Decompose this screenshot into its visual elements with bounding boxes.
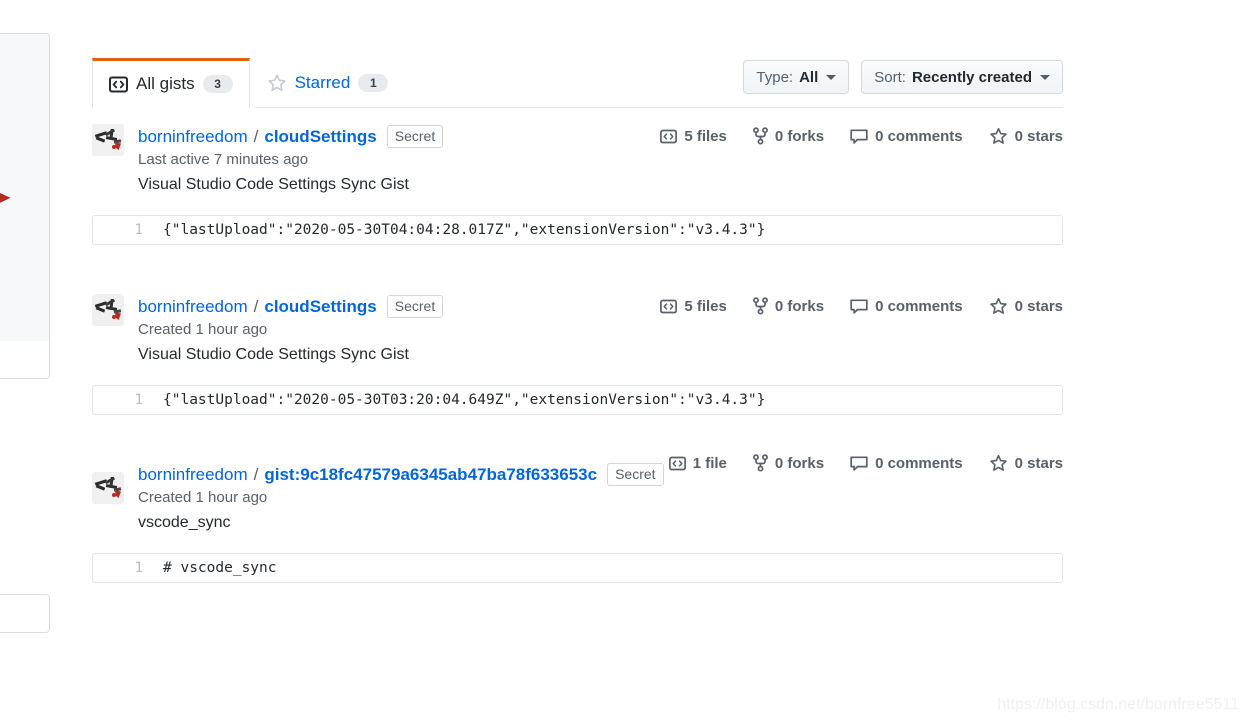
gist-title: borninfreedom / cloudSettings Secret — [138, 295, 444, 318]
code-line-number: 1 — [134, 392, 143, 408]
gist-row: 5 files 0 forks 0 comments 0 stars borni… — [92, 124, 1063, 245]
gist-description: Visual Studio Code Settings Sync Gist — [138, 346, 409, 363]
gist-header: borninfreedom / cloudSettings Secret Las… — [92, 124, 1063, 194]
code-icon — [109, 75, 128, 94]
avatar-artwork — [92, 472, 124, 504]
gist-timestamp: Created 1 hour ago — [138, 321, 268, 338]
gist-meta: borninfreedom / cloudSettings Secret Cre… — [138, 294, 444, 364]
avatar-artwork — [92, 124, 124, 156]
gist-timestamp: Created 1 hour ago — [138, 489, 268, 506]
chevron-down-icon — [1040, 74, 1050, 80]
avatar[interactable] — [92, 472, 124, 504]
sort-filter-button[interactable]: Sort: Recently created — [861, 60, 1063, 94]
tab-starred-counter: 1 — [358, 74, 389, 92]
tab-all-gists[interactable]: All gists 3 — [92, 58, 250, 108]
tabnav-tab-list: All gists 3 Starred 1 — [92, 58, 405, 108]
avatar[interactable] — [92, 294, 124, 326]
gist-owner-link[interactable]: borninfreedom — [138, 126, 248, 148]
gist-title-separator: / — [253, 464, 259, 484]
sort-filter-prefix: Sort: — [874, 68, 906, 86]
gist-meta: borninfreedom / cloudSettings Secret Las… — [138, 124, 444, 194]
tab-filter-actions: Type: All Sort: Recently created — [743, 60, 1063, 94]
gist-description: Visual Studio Code Settings Sync Gist — [138, 176, 409, 193]
gist-meta: borninfreedom / gist:9c18fc47579a6345ab4… — [138, 462, 664, 532]
type-filter-prefix: Type: — [756, 68, 794, 86]
code-line-number: 1 — [134, 222, 143, 238]
gist-name-link[interactable]: cloudSettings — [264, 126, 376, 148]
tab-navigation: All gists 3 Starred 1 Type: All Sort: Re… — [92, 58, 1063, 108]
type-filter-value: All — [799, 68, 819, 86]
sort-filter-value: Recently created — [911, 68, 1032, 86]
left-partial-red-mark: ➤ — [0, 185, 12, 213]
left-partial-panel-footer — [0, 341, 50, 379]
gist-name-link[interactable]: cloudSettings — [264, 296, 376, 318]
gist-name-link[interactable]: gist:9c18fc47579a6345ab47ba78f633653c — [264, 464, 597, 486]
gist-timestamp: Last active 7 minutes ago — [138, 151, 309, 168]
type-filter-button[interactable]: Type: All — [743, 60, 850, 94]
left-partial-box-bottom — [0, 594, 50, 633]
tab-starred-label: Starred — [294, 73, 351, 92]
gist-title: borninfreedom / gist:9c18fc47579a6345ab4… — [138, 463, 664, 486]
tab-starred[interactable]: Starred 1 — [250, 58, 406, 108]
tab-all-gists-label: All gists — [136, 74, 195, 93]
visibility-badge: Secret — [386, 125, 444, 148]
visibility-badge: Secret — [607, 463, 664, 486]
code-preview[interactable]: 1 # vscode_sync — [92, 553, 1063, 583]
code-line-number: 1 — [134, 560, 143, 576]
gist-header: borninfreedom / cloudSettings Secret Cre… — [92, 294, 1063, 364]
code-preview[interactable]: 1 {"lastUpload":"2020-05-30T04:04:28.017… — [92, 215, 1063, 245]
gist-row: 5 files 0 forks 0 comments 0 stars borni… — [92, 294, 1063, 415]
code-line-content: # vscode_sync — [163, 560, 277, 576]
watermark: https://blog.csdn.net/bornfree5511 — [997, 696, 1239, 713]
star-icon — [267, 73, 287, 93]
gists-page: ➤ All gists 3 Starred 1 Type: All Sort: … — [0, 0, 1243, 718]
gist-list: 5 files 0 forks 0 comments 0 stars borni… — [92, 124, 1063, 583]
code-line-content: {"lastUpload":"2020-05-30T03:20:04.649Z"… — [163, 392, 766, 408]
gist-owner-link[interactable]: borninfreedom — [138, 464, 248, 486]
gist-owner-link[interactable]: borninfreedom — [138, 296, 248, 318]
gist-description: vscode_sync — [138, 514, 231, 531]
visibility-badge: Secret — [386, 295, 444, 318]
code-preview[interactable]: 1 {"lastUpload":"2020-05-30T03:20:04.649… — [92, 385, 1063, 415]
gist-header: borninfreedom / gist:9c18fc47579a6345ab4… — [92, 462, 1063, 532]
gist-title: borninfreedom / cloudSettings Secret — [138, 125, 444, 148]
gist-title-separator: / — [253, 296, 259, 316]
gist-title-separator: / — [253, 126, 259, 146]
code-line-content: {"lastUpload":"2020-05-30T04:04:28.017Z"… — [163, 222, 766, 238]
chevron-down-icon — [826, 74, 837, 80]
tab-all-gists-counter: 3 — [202, 75, 233, 93]
avatar-artwork — [92, 294, 124, 326]
avatar[interactable] — [92, 124, 124, 156]
gist-row: 1 file 0 forks 0 comments 0 stars bornin… — [92, 454, 1063, 583]
